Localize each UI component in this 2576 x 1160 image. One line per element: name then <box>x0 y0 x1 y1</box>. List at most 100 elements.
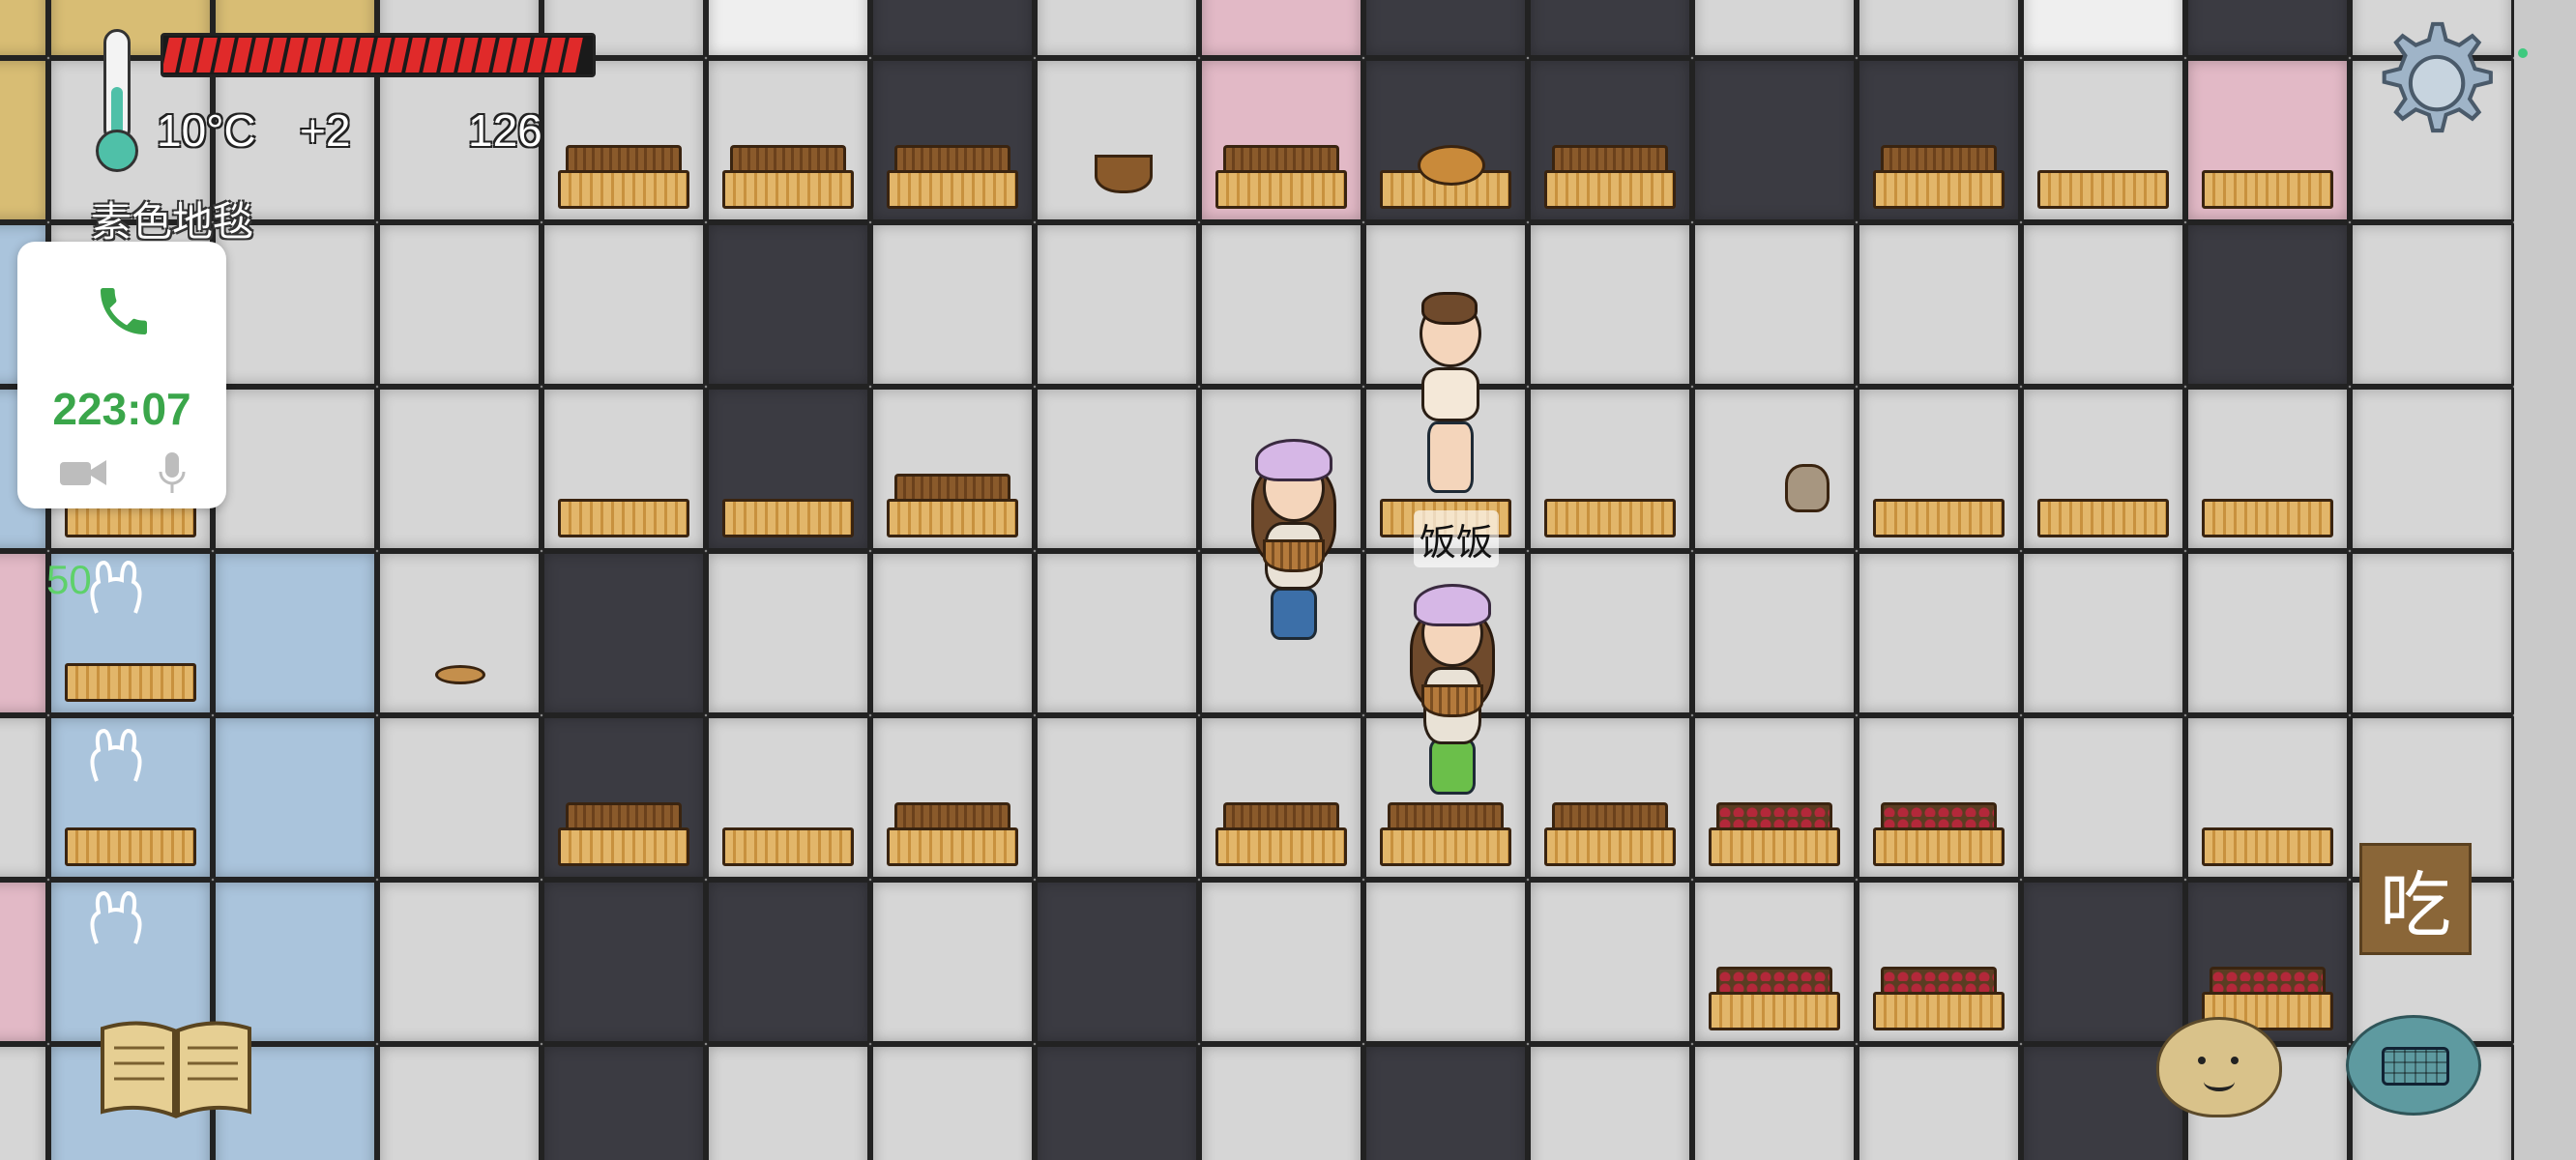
storage-crate[interactable] <box>1544 468 1676 537</box>
storage-crate[interactable] <box>1215 139 1347 209</box>
floor-tile[interactable] <box>706 880 870 1044</box>
floor-tile[interactable] <box>1035 551 1199 715</box>
voice-call-widget[interactable]: 223:07 <box>17 242 226 508</box>
floor-tile[interactable] <box>1035 58 1199 222</box>
floor-tile[interactable] <box>377 880 542 1044</box>
floor-tile[interactable] <box>1692 387 1857 551</box>
floor-tile[interactable] <box>1528 0 1692 58</box>
floor-tile[interactable] <box>2185 222 2350 387</box>
player-character[interactable] <box>1394 570 1510 795</box>
floor-tile[interactable] <box>870 1044 1035 1160</box>
floor-tile[interactable] <box>1035 222 1199 387</box>
floor-tile[interactable] <box>1035 880 1199 1044</box>
roast-chicken-item[interactable] <box>1418 145 1485 186</box>
floor-tile[interactable] <box>1528 1044 1692 1160</box>
floor-tile[interactable] <box>2350 222 2514 387</box>
floor-tile[interactable] <box>870 551 1035 715</box>
storage-crate[interactable] <box>2037 139 2169 209</box>
floor-tile[interactable] <box>706 1044 870 1160</box>
floor-tile[interactable] <box>542 880 706 1044</box>
storage-crate[interactable] <box>2202 468 2333 537</box>
floor-tile[interactable] <box>2185 551 2350 715</box>
floor-tile[interactable] <box>1199 0 1363 58</box>
baby-character[interactable] <box>1392 271 1508 493</box>
storage-crate[interactable] <box>2037 468 2169 537</box>
storage-crate[interactable] <box>1544 139 1676 209</box>
gear-icon[interactable] <box>2367 14 2499 145</box>
floor-tile[interactable] <box>1692 0 1857 58</box>
storage-crate[interactable] <box>65 797 196 866</box>
floor-tile[interactable] <box>2021 880 2185 1044</box>
floor-tile[interactable] <box>1035 1044 1199 1160</box>
floor-tile[interactable] <box>0 551 48 715</box>
floor-tile[interactable] <box>1857 1044 2021 1160</box>
bread-item[interactable] <box>435 665 485 684</box>
storage-crate[interactable] <box>558 468 689 537</box>
floor-tile[interactable] <box>1035 387 1199 551</box>
floor-tile[interactable] <box>1528 880 1692 1044</box>
floor-tile[interactable] <box>2350 551 2514 715</box>
floor-tile[interactable] <box>1857 222 2021 387</box>
floor-tile[interactable] <box>542 1044 706 1160</box>
storage-crate[interactable] <box>1380 797 1511 866</box>
floor-tile[interactable] <box>1035 0 1199 58</box>
floor-tile[interactable] <box>870 0 1035 58</box>
acorn-item[interactable] <box>1785 464 1830 512</box>
floor-tile[interactable] <box>1857 551 2021 715</box>
floor-tile[interactable] <box>377 551 542 715</box>
floor-tile[interactable] <box>1199 1044 1363 1160</box>
floor-tile[interactable] <box>1363 0 1528 58</box>
floor-tile[interactable] <box>2350 387 2514 551</box>
storage-crate[interactable] <box>887 139 1018 209</box>
floor-tile[interactable] <box>2021 715 2185 880</box>
storage-crate[interactable] <box>558 797 689 866</box>
floor-tile[interactable] <box>2021 551 2185 715</box>
floor-tile[interactable] <box>213 551 377 715</box>
floor-tile[interactable] <box>1692 1044 1857 1160</box>
storage-crate[interactable] <box>1873 139 2005 209</box>
game-world[interactable] <box>0 0 2576 1160</box>
floor-tile[interactable] <box>1857 0 2021 58</box>
floor-tile[interactable] <box>1528 551 1692 715</box>
storage-crate[interactable] <box>2202 139 2333 209</box>
floor-tile[interactable] <box>377 715 542 880</box>
basket-item[interactable] <box>1095 155 1153 193</box>
storage-crate[interactable] <box>1873 468 2005 537</box>
storage-crate[interactable] <box>887 468 1018 537</box>
floor-tile[interactable] <box>1199 880 1363 1044</box>
storage-crate[interactable] <box>887 797 1018 866</box>
storage-crate[interactable] <box>1709 797 1840 866</box>
storage-crate[interactable] <box>722 797 854 866</box>
floor-tile[interactable] <box>0 0 48 58</box>
floor-tile[interactable] <box>1528 222 1692 387</box>
floor-tile[interactable] <box>1692 551 1857 715</box>
floor-tile[interactable] <box>213 387 377 551</box>
floor-tile[interactable] <box>870 880 1035 1044</box>
storage-crate[interactable] <box>1873 961 2005 1030</box>
floor-tile[interactable] <box>377 387 542 551</box>
floor-tile[interactable] <box>1363 1044 1528 1160</box>
floor-tile[interactable] <box>542 551 706 715</box>
storage-crate[interactable] <box>722 468 854 537</box>
floor-tile[interactable] <box>0 1044 48 1160</box>
floor-tile[interactable] <box>0 880 48 1044</box>
floor-tile[interactable] <box>706 551 870 715</box>
storage-crate[interactable] <box>558 139 689 209</box>
floor-tile[interactable] <box>1199 222 1363 387</box>
floor-tile[interactable] <box>2021 0 2185 58</box>
microphone-icon[interactable] <box>157 450 188 495</box>
floor-tile[interactable] <box>2185 0 2350 58</box>
storage-crate[interactable] <box>65 632 196 702</box>
potato-face-icon[interactable] <box>2156 1017 2282 1117</box>
npc-character[interactable] <box>1236 425 1352 648</box>
floor-tile[interactable] <box>2021 222 2185 387</box>
floor-tile[interactable] <box>706 0 870 58</box>
floor-tile[interactable] <box>377 222 542 387</box>
storage-crate[interactable] <box>1215 797 1347 866</box>
floor-tile[interactable] <box>542 222 706 387</box>
floor-tile[interactable] <box>0 715 48 880</box>
eat-button[interactable]: 吃 <box>2359 843 2472 955</box>
floor-tile[interactable] <box>213 715 377 880</box>
storage-crate[interactable] <box>2202 797 2333 866</box>
storage-crate[interactable] <box>1544 797 1676 866</box>
